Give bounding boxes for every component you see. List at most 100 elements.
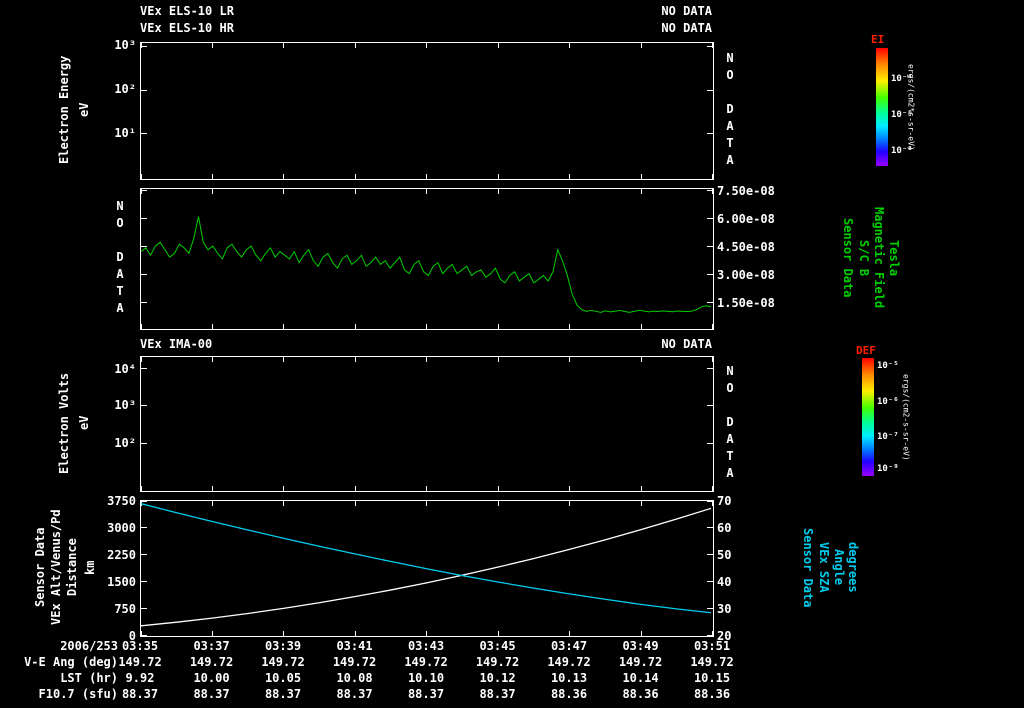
panel1-status-lr: NO DATA (140, 4, 712, 18)
panel4-ytick-right: 50 (717, 548, 731, 562)
row-value: 88.37 (122, 687, 158, 701)
axis-tick-mark (141, 368, 147, 369)
colorbar2 (862, 358, 874, 476)
axis-tick-mark (641, 357, 642, 362)
panel4-right-label-2: VEx SZA (816, 500, 832, 635)
panel1-ylabel-unit: eV (76, 42, 92, 178)
colorbar2-tick: 10⁻⁶ (877, 397, 899, 407)
axis-tick-mark (283, 486, 284, 491)
panel1-status-hr: NO DATA (140, 21, 712, 35)
row-value: 149.72 (333, 655, 376, 669)
time-tick: 03:51 (694, 639, 730, 653)
panel4-ytick-left: 750 (96, 602, 136, 616)
panel4-ytick-right: 70 (717, 494, 731, 508)
axis-tick-mark (141, 405, 147, 406)
axis-tick-mark (141, 90, 147, 91)
panel4-ytick-left: 3750 (96, 494, 136, 508)
date-label: 2006/253 (0, 639, 118, 653)
axis-tick-mark (498, 486, 499, 491)
row-value: 88.36 (694, 687, 730, 701)
panel2-ytick: 4.50e-08 (717, 240, 775, 254)
axis-tick-mark (141, 174, 142, 179)
axis-tick-mark (707, 405, 713, 406)
colorbar1-unit-label: ergs/(cm2*s-sr-eV) (905, 48, 917, 166)
axis-tick-mark (707, 133, 713, 134)
time-tick: 03:37 (193, 639, 229, 653)
colorbar2-tick: 10⁻⁹ (877, 464, 899, 474)
axis-tick-mark (569, 357, 570, 362)
panel3-spectrogram (140, 356, 714, 492)
orbit-chart (141, 501, 711, 634)
panel1-spectrogram (140, 42, 714, 180)
panel3-nodata-label: NO DATA (722, 356, 738, 490)
axis-tick-mark (426, 43, 427, 48)
axis-tick-mark (141, 486, 142, 491)
colorbar2-title: DEF (856, 344, 876, 357)
panel4-ytick-left: 3000 (96, 521, 136, 535)
axis-tick-mark (498, 357, 499, 362)
panel4-left-label-1: Sensor Data (32, 500, 48, 635)
panel2-scb-label: S/C B (856, 188, 872, 328)
panel3-ytick: 10² (96, 436, 136, 450)
axis-tick-mark (212, 43, 213, 48)
colorbar2-unit-label: ergs/(cm2-s-sr-eV) (900, 358, 912, 476)
row-value: 88.36 (622, 687, 658, 701)
row-value: 149.72 (476, 655, 519, 669)
colorbar2-tick: 10⁻⁷ (877, 432, 899, 442)
axis-tick-mark (707, 46, 713, 47)
row-value: 149.72 (547, 655, 590, 669)
axis-tick-mark (141, 635, 147, 636)
axis-tick-mark (498, 43, 499, 48)
axis-tick-mark (355, 357, 356, 362)
row-value: 88.37 (193, 687, 229, 701)
panel1-ytick: 10¹ (96, 126, 136, 140)
panel2-ytick: 1.50e-08 (717, 296, 775, 310)
row-value: 10.10 (408, 671, 444, 685)
axis-tick-mark (141, 357, 142, 362)
panel4-ytick-right: 60 (717, 521, 731, 535)
row-label-lst: LST (hr) (0, 671, 118, 685)
panel2-ytick: 7.50e-08 (717, 184, 775, 198)
row-value: 88.37 (408, 687, 444, 701)
row-value: 10.00 (193, 671, 229, 685)
axis-tick-mark (212, 486, 213, 491)
row-value: 149.72 (261, 655, 304, 669)
axis-tick-mark (712, 174, 713, 179)
sza-line (141, 504, 711, 613)
panel4-ytick-right: 40 (717, 575, 731, 589)
panel2-sensor-label: Sensor Data (840, 188, 856, 328)
row-f107: 88.37 88.37 88.37 88.37 88.37 88.37 88.3… (140, 687, 712, 701)
axis-tick-mark (707, 443, 713, 444)
time-tick-row: 03:35 03:37 03:39 03:41 03:43 03:45 03:4… (140, 639, 712, 653)
axis-tick-mark (283, 357, 284, 362)
axis-tick-mark (141, 46, 147, 47)
axis-tick-mark (707, 368, 713, 369)
axis-tick-mark (283, 43, 284, 48)
time-tick: 03:47 (551, 639, 587, 653)
panel1-ytick: 10² (96, 82, 136, 96)
panel4-right-label-1: Sensor Data (800, 500, 816, 635)
colorbar2-tick: 10⁻⁵ (877, 361, 899, 371)
panel3-ytick: 10³ (96, 398, 136, 412)
time-tick: 03:41 (336, 639, 372, 653)
panel3-ytick: 10⁴ (96, 362, 136, 376)
row-value: 88.37 (265, 687, 301, 701)
time-tick: 03:43 (408, 639, 444, 653)
row-value: 10.15 (694, 671, 730, 685)
row-value: 9.92 (126, 671, 155, 685)
panel1-nodata-label: NO DATA (722, 42, 738, 178)
panel3-status: NO DATA (140, 337, 712, 351)
axis-tick-mark (569, 486, 570, 491)
row-value: 88.37 (479, 687, 515, 701)
axis-tick-mark (355, 174, 356, 179)
panel1-ytick: 10³ (96, 38, 136, 52)
row-value: 10.14 (622, 671, 658, 685)
row-value: 88.36 (551, 687, 587, 701)
axis-tick-mark (355, 43, 356, 48)
axis-tick-mark (355, 486, 356, 491)
panel1-ylabel: Electron Energy (56, 42, 72, 178)
altitude-line (141, 508, 711, 625)
axis-tick-mark (641, 486, 642, 491)
time-tick: 03:39 (265, 639, 301, 653)
row-ve-ang: 149.72 149.72 149.72 149.72 149.72 149.7… (140, 655, 712, 669)
